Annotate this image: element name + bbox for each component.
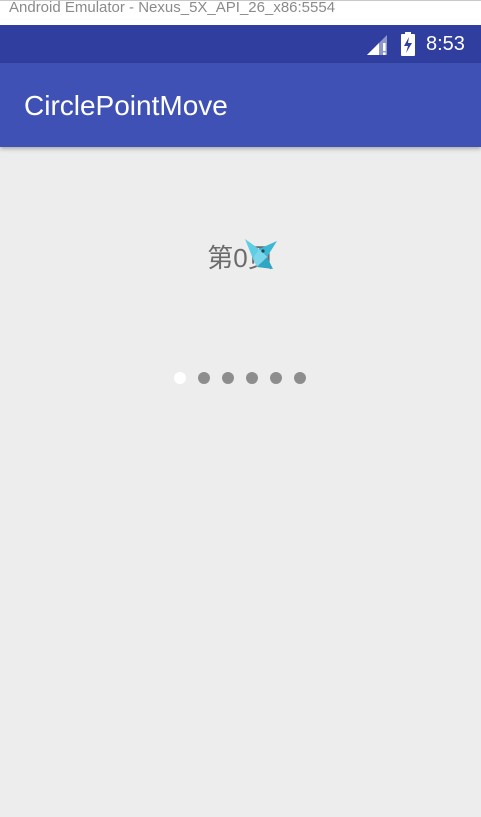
emulator-window-title: Android Emulator - Nexus_5X_API_26_x86:5…: [9, 0, 336, 16]
view-pager[interactable]: 第0页: [0, 147, 481, 817]
status-time: 8:53: [426, 33, 465, 55]
app-title: CirclePointMove: [24, 90, 228, 121]
signal-icon: [367, 35, 387, 55]
page-label: 第0页: [0, 240, 481, 277]
status-bar: 8:53: [0, 25, 481, 63]
indicator-dot: [294, 372, 306, 384]
indicator-dot: [198, 372, 210, 384]
app-bar: CirclePointMove: [0, 63, 481, 147]
emulator-title-bar: Android Emulator - Nexus_5X_API_26_x86:5…: [0, 0, 481, 25]
bird-icon: [245, 239, 277, 269]
battery-charging-icon: [401, 32, 415, 56]
page-label-prefix: 第: [207, 244, 234, 274]
indicator-dot: [222, 372, 234, 384]
page-indicator: [174, 372, 308, 384]
indicator-dot-active: [174, 372, 186, 384]
indicator-dot: [246, 372, 258, 384]
indicator-dot: [270, 372, 282, 384]
